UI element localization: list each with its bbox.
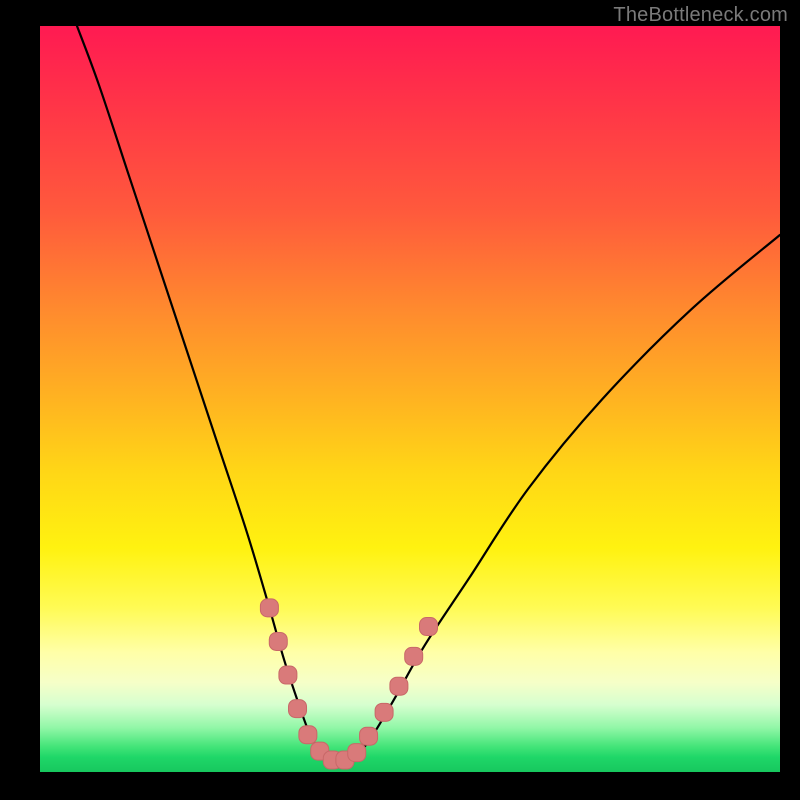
curve-marker [405,647,423,665]
curve-marker [299,726,317,744]
curve-marker [348,744,366,762]
curve-layer [40,26,780,772]
curve-markers [260,599,437,769]
curve-marker [269,632,287,650]
curve-marker [390,677,408,695]
curve-marker [289,700,307,718]
bottleneck-curve [77,26,780,762]
curve-marker [279,666,297,684]
watermark-text: TheBottleneck.com [613,4,788,27]
curve-marker [360,727,378,745]
curve-marker [420,618,438,636]
chart-frame: TheBottleneck.com [0,0,800,800]
curve-marker [260,599,278,617]
curve-marker [375,703,393,721]
plot-area [40,26,780,772]
